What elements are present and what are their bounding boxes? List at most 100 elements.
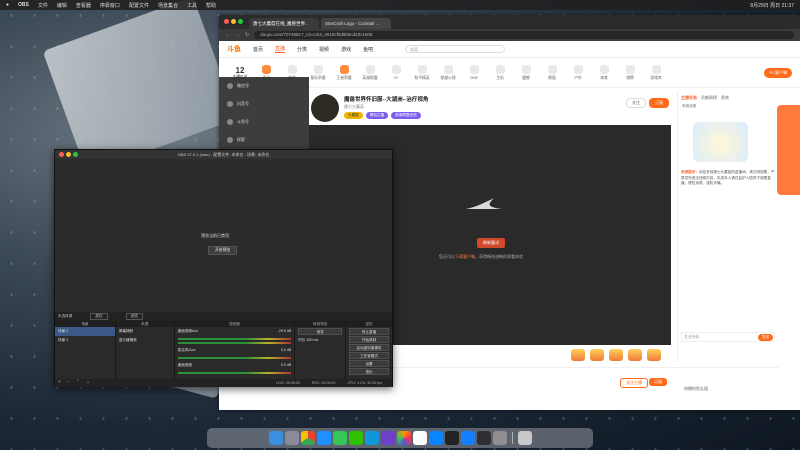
menu-docks[interactable]: 停靠窗口 xyxy=(100,2,120,9)
move-down-icon[interactable]: ⌄ xyxy=(86,379,90,385)
maximize-window-button[interactable] xyxy=(238,19,243,24)
forward-icon[interactable]: → xyxy=(235,32,240,38)
streamer-name[interactable]: 唐七大蘑菇 xyxy=(344,104,364,110)
messenger-item[interactable]: 探索 xyxy=(219,131,309,149)
menu-scene-collection[interactable]: 场景集合 xyxy=(158,2,178,9)
messenger-item[interactable]: 斗鱼号 xyxy=(219,113,309,131)
back-icon[interactable]: ← xyxy=(225,32,230,38)
menu-help[interactable]: 帮助 xyxy=(206,2,216,9)
studio-mode-button[interactable]: 工作室模式 xyxy=(349,352,389,359)
category-item[interactable]: 魔兽 xyxy=(513,64,539,81)
source-item[interactable]: 显示器捕获 xyxy=(116,336,174,345)
terminal-icon[interactable] xyxy=(444,431,459,445)
browser-tab[interactable]: StarCraft Logo - Cocktail ... xyxy=(321,18,391,29)
stop-streaming-button[interactable]: 停止直播 xyxy=(349,328,389,335)
properties-button[interactable]: 属性 xyxy=(90,313,108,320)
nav-game[interactable]: 游戏 xyxy=(341,46,351,53)
pc-client-button[interactable]: PC客户端 xyxy=(764,67,792,78)
trash-icon[interactable] xyxy=(517,431,532,445)
messages-icon[interactable] xyxy=(332,431,347,445)
menu-edit[interactable]: 编辑 xyxy=(57,2,67,9)
menu-file[interactable]: 文件 xyxy=(38,2,48,9)
category-item[interactable]: 英雄联盟 xyxy=(357,64,383,81)
room-tag[interactable]: 情侣主播 xyxy=(365,112,389,119)
category-item[interactable]: 王者荣耀 xyxy=(331,64,357,81)
system-preferences-icon[interactable] xyxy=(492,431,507,445)
category-item[interactable]: CF xyxy=(383,65,409,80)
site-logo[interactable]: 斗鱼 xyxy=(227,44,241,54)
start-recording-button[interactable]: 开始录制 xyxy=(349,336,389,343)
move-up-icon[interactable]: ⌃ xyxy=(76,379,80,385)
exit-button[interactable]: 退出 xyxy=(349,368,389,375)
gift-item[interactable] xyxy=(609,349,623,361)
menu-profile[interactable]: 配置文件 xyxy=(129,2,149,9)
nav-fishbar[interactable]: 鱼吧 xyxy=(363,46,373,53)
side-promo-bar[interactable] xyxy=(777,105,800,195)
scene-item[interactable]: 场景 2 xyxy=(55,327,115,336)
volume-slider[interactable] xyxy=(177,342,292,344)
nav-category[interactable]: 分类 xyxy=(297,46,307,53)
category-item[interactable]: DNF xyxy=(461,65,487,80)
menu-app-name[interactable]: OBS xyxy=(18,2,29,8)
github-icon[interactable] xyxy=(380,431,395,445)
category-item[interactable]: 颜值 xyxy=(539,64,565,81)
category-item[interactable]: 和平精英 xyxy=(409,64,435,81)
subscribe-anchor-button[interactable]: 订阅 xyxy=(649,378,667,386)
minimize-window-button[interactable] xyxy=(231,19,236,24)
duration-field[interactable]: 时长 300 ms xyxy=(295,336,345,345)
photos-icon[interactable] xyxy=(396,431,411,445)
qq-icon[interactable] xyxy=(364,431,379,445)
reload-icon[interactable]: ↻ xyxy=(245,32,249,38)
browser-tab[interactable]: 唐七大蘑菇在线_魔兽世界.. xyxy=(249,18,319,29)
menu-tools[interactable]: 工具 xyxy=(187,2,197,9)
virtual-camera-button[interactable]: 启动虚拟摄像机 xyxy=(349,344,389,351)
send-button[interactable]: 发送 xyxy=(757,334,773,341)
category-item[interactable]: 户外 xyxy=(565,64,591,81)
nav-home[interactable]: 首页 xyxy=(253,46,263,53)
chrome-icon[interactable] xyxy=(300,431,315,445)
launchpad-icon[interactable] xyxy=(284,431,299,445)
enable-preview-button[interactable]: 开启预览 xyxy=(208,246,238,255)
gift-item[interactable] xyxy=(571,349,585,361)
gift-item[interactable] xyxy=(628,349,642,361)
site-search-input[interactable]: 搜索 xyxy=(405,45,506,53)
source-item[interactable]: 屏幕捕获 xyxy=(116,327,174,336)
transition-select[interactable]: 渐变 xyxy=(298,328,343,335)
obs-maximize-button[interactable] xyxy=(73,152,78,157)
nav-video[interactable]: 视频 xyxy=(319,46,329,53)
wechat-icon[interactable] xyxy=(348,431,363,445)
obs-icon[interactable] xyxy=(476,431,491,445)
download-client-link[interactable]: 下载客户端 xyxy=(455,254,475,259)
add-icon[interactable]: + xyxy=(58,379,61,385)
tab-anchor-task[interactable]: 主播任务 xyxy=(681,95,697,101)
apple-menu-icon[interactable]: ● xyxy=(6,2,9,8)
follow-anchor-button[interactable]: 关注主播 xyxy=(620,378,648,388)
obs-close-button[interactable] xyxy=(59,152,64,157)
app-store-icon[interactable] xyxy=(428,431,443,445)
category-item[interactable]: 棋牌 xyxy=(617,64,643,81)
menu-clock[interactable]: 8月29日 周日 21:37 xyxy=(750,2,794,9)
gift-item[interactable] xyxy=(647,349,661,361)
messenger-item[interactable]: 抖音号 xyxy=(219,95,309,113)
close-window-button[interactable] xyxy=(224,19,229,24)
room-tag[interactable]: 大蘑菇 xyxy=(344,112,363,119)
follow-button[interactable]: 关注 xyxy=(626,98,646,108)
obs-minimize-button[interactable] xyxy=(66,152,71,157)
remove-icon[interactable]: − xyxy=(67,379,70,385)
xcode-icon[interactable] xyxy=(460,431,475,445)
scene-item[interactable]: 场景 3 xyxy=(55,336,115,345)
filters-button[interactable]: 滤镜 xyxy=(125,313,143,320)
tab-vip[interactable]: 贵宾 xyxy=(721,95,729,101)
gift-item[interactable] xyxy=(590,349,604,361)
subscribe-button[interactable]: 订阅 xyxy=(649,98,669,108)
url-field[interactable]: douyu.com/7074661?_c3=cm3_4015cf0d5b5cd2… xyxy=(254,31,794,39)
category-item[interactable]: 穿越火线 xyxy=(435,64,461,81)
settings-button[interactable]: 设置 xyxy=(349,360,389,367)
menu-view[interactable]: 查看器 xyxy=(76,2,91,9)
nav-live[interactable]: 直播 xyxy=(275,45,286,53)
category-item[interactable]: 主机 xyxy=(487,64,513,81)
obs-preview[interactable]: 预览当前已禁用 开启预览 xyxy=(55,159,392,312)
calendar-icon[interactable] xyxy=(412,431,427,445)
streamer-avatar[interactable] xyxy=(311,94,339,122)
safari-icon[interactable] xyxy=(316,431,331,445)
